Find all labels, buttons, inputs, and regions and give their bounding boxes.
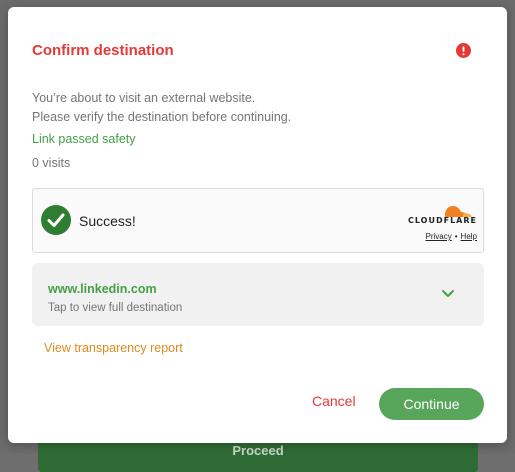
privacy-link[interactable]: Privacy — [426, 232, 452, 241]
dialog-description: You’re about to visit an external websit… — [32, 89, 291, 127]
description-line-1: You’re about to visit an external websit… — [32, 91, 256, 105]
cloudflare-widget: Success! CLOUDFLARE Privacy • Help — [32, 188, 484, 253]
link-separator: • — [454, 232, 458, 241]
transparency-report-link[interactable]: View transparency report — [44, 341, 183, 355]
description-line-2: Please verify the destination before con… — [32, 110, 292, 124]
dialog-title: Confirm destination — [32, 42, 174, 59]
verification-status: Success! — [79, 213, 136, 229]
destination-domain: www.linkedin.com — [48, 282, 157, 296]
visit-count: 0 visits — [32, 156, 71, 170]
destination-panel[interactable]: www.linkedin.com Tap to view full destin… — [32, 263, 484, 326]
help-link[interactable]: Help — [461, 232, 477, 241]
confirm-destination-dialog: Confirm destination You’re about to visi… — [8, 7, 507, 443]
cloudflare-logo: CLOUDFLARE — [408, 216, 477, 225]
success-check-icon — [41, 205, 71, 235]
chevron-down-icon[interactable] — [441, 289, 455, 299]
cloudflare-links: Privacy • Help — [403, 232, 478, 241]
cancel-button[interactable]: Cancel — [312, 393, 356, 409]
alert-icon — [456, 43, 471, 58]
safety-status: Link passed safety — [32, 132, 136, 146]
continue-button[interactable]: Continue — [379, 388, 484, 420]
destination-hint: Tap to view full destination — [48, 302, 183, 314]
